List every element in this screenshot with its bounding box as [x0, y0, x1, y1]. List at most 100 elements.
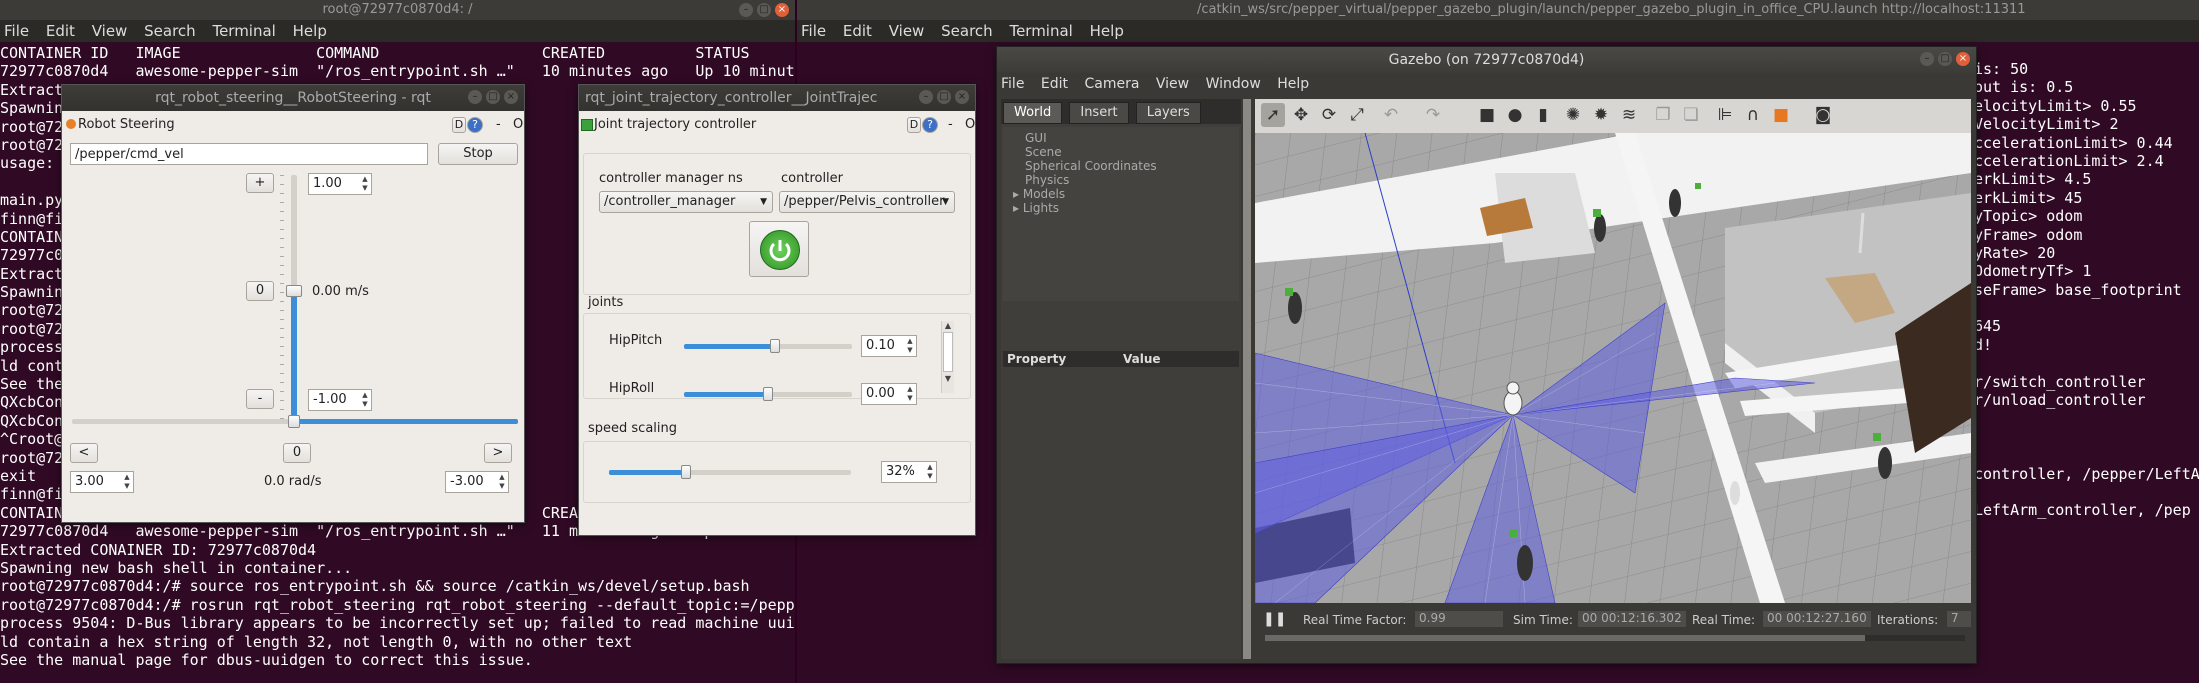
menu-file[interactable]: File: [801, 22, 826, 40]
dock-close-button[interactable]: O: [965, 117, 975, 132]
tab-world[interactable]: World: [1003, 102, 1063, 124]
menu-terminal[interactable]: Terminal: [212, 22, 275, 40]
scrollbar-thumb[interactable]: [943, 332, 953, 372]
minimize-button[interactable]: –: [468, 90, 482, 104]
tree-item-models[interactable]: Models: [1023, 187, 1065, 201]
align-icon[interactable]: ⊫: [1713, 103, 1737, 127]
box-shape-icon[interactable]: ■: [1475, 103, 1499, 127]
minimize-button[interactable]: –: [739, 3, 753, 17]
min-linear-spinbox[interactable]: -1.00 ▲ ▼: [308, 389, 372, 411]
zero-linear-button[interactable]: 0: [246, 281, 274, 301]
point-light-icon[interactable]: ✺: [1561, 103, 1585, 127]
close-button[interactable]: ×: [775, 3, 789, 17]
joint-slider-handle[interactable]: [769, 339, 780, 353]
copy-icon[interactable]: ❐: [1651, 103, 1675, 127]
maximize-button[interactable]: □: [937, 90, 951, 104]
menu-search[interactable]: Search: [144, 22, 196, 40]
tab-insert[interactable]: Insert: [1069, 102, 1129, 124]
minimize-button[interactable]: –: [1920, 52, 1934, 66]
help-icon[interactable]: ?: [922, 117, 938, 133]
scale-mode-icon[interactable]: ⤢: [1345, 103, 1369, 127]
stop-button[interactable]: Stop: [438, 143, 518, 165]
tab-layers[interactable]: Layers: [1135, 102, 1201, 124]
menu-view[interactable]: View: [889, 22, 925, 40]
spin-arrows-icon[interactable]: ▲ ▼: [905, 385, 915, 403]
spin-arrows-icon[interactable]: ▲ ▼: [122, 473, 132, 491]
min-linear-button[interactable]: -: [246, 389, 274, 409]
tree-item-physics[interactable]: Physics: [1003, 173, 1239, 187]
menu-file[interactable]: File: [1001, 76, 1024, 92]
horizontal-scrollbar[interactable]: [1265, 635, 1965, 641]
controller-manager-select[interactable]: /controller_manager ▼: [599, 191, 773, 213]
maximize-button[interactable]: □: [757, 3, 771, 17]
joint-trajectory-window[interactable]: rqt_joint_trajectory_controller__JointTr…: [578, 84, 976, 536]
angular-left-button[interactable]: <: [70, 443, 98, 463]
controller-select[interactable]: /pepper/Pelvis_controller ▼: [779, 191, 955, 213]
menu-view[interactable]: View: [92, 22, 128, 40]
select-mode-icon[interactable]: ➚: [1261, 103, 1285, 127]
spin-arrows-icon[interactable]: ▲ ▼: [497, 473, 507, 491]
max-linear-spinbox[interactable]: 1.00 ▲ ▼: [308, 173, 372, 195]
screenshot-icon[interactable]: ◙: [1811, 103, 1835, 127]
spin-arrows-icon[interactable]: ▲ ▼: [360, 391, 370, 409]
rotate-mode-icon[interactable]: ⟳: [1317, 103, 1341, 127]
menu-view[interactable]: View: [1156, 76, 1189, 92]
expand-icon[interactable]: ▸: [1013, 201, 1023, 215]
joint-spinbox[interactable]: 0.10 ▲ ▼: [861, 335, 917, 357]
scrollbar-thumb[interactable]: [1265, 635, 1865, 641]
gazebo-window[interactable]: Gazebo (on 72977c0870d4) – □ × File Edit…: [996, 46, 1977, 664]
snap-icon[interactable]: ∩: [1741, 103, 1765, 127]
joint-spinbox[interactable]: 0.00 ▲ ▼: [861, 383, 917, 405]
expand-icon[interactable]: ▸: [1013, 187, 1023, 201]
tree-item-spherical-coordinates[interactable]: Spherical Coordinates: [1003, 159, 1239, 173]
menu-help[interactable]: Help: [293, 22, 327, 40]
pause-icon[interactable]: ❚❚: [1263, 611, 1286, 631]
close-button[interactable]: ×: [504, 90, 518, 104]
menu-window[interactable]: Window: [1206, 76, 1261, 92]
menu-edit[interactable]: Edit: [1041, 76, 1068, 92]
tree-item-scene[interactable]: Scene: [1003, 145, 1239, 159]
angular-right-button[interactable]: >: [484, 443, 512, 463]
dock-d-button[interactable]: D: [452, 117, 466, 133]
change-view-icon[interactable]: ■: [1769, 103, 1793, 127]
maximize-button[interactable]: □: [1938, 52, 1952, 66]
max-angular-spinbox[interactable]: 3.00 ▲ ▼: [70, 471, 134, 493]
menu-search[interactable]: Search: [941, 22, 993, 40]
scroll-down-icon[interactable]: ▼: [942, 374, 954, 383]
close-button[interactable]: ×: [1956, 52, 1970, 66]
max-linear-button[interactable]: +: [246, 173, 274, 193]
undo-icon[interactable]: ↶: [1379, 103, 1403, 127]
speed-spinbox[interactable]: 32% ▲ ▼: [881, 461, 937, 483]
panel-splitter[interactable]: [1243, 99, 1251, 659]
speed-slider-handle[interactable]: [681, 465, 692, 479]
dock-minus-button[interactable]: -: [496, 117, 501, 132]
redo-icon[interactable]: ↷: [1421, 103, 1445, 127]
menu-help[interactable]: Help: [1090, 22, 1124, 40]
menu-file[interactable]: File: [4, 22, 29, 40]
menu-edit[interactable]: Edit: [46, 22, 75, 40]
help-icon[interactable]: ?: [467, 117, 483, 133]
spin-arrows-icon[interactable]: ▲ ▼: [925, 463, 935, 481]
spin-arrows-icon[interactable]: ▲ ▼: [905, 337, 915, 355]
zero-angular-button[interactable]: 0: [283, 443, 311, 463]
maximize-button[interactable]: □: [486, 90, 500, 104]
dock-close-button[interactable]: O: [513, 117, 523, 132]
min-angular-spinbox[interactable]: -3.00 ▲ ▼: [445, 471, 509, 493]
menu-terminal[interactable]: Terminal: [1009, 22, 1072, 40]
sphere-shape-icon[interactable]: ●: [1503, 103, 1527, 127]
tree-item-lights[interactable]: Lights: [1023, 201, 1059, 215]
dock-d-button[interactable]: D: [907, 117, 921, 133]
menu-camera[interactable]: Camera: [1084, 76, 1139, 92]
linear-slider-handle[interactable]: [286, 285, 302, 297]
spin-arrows-icon[interactable]: ▲ ▼: [360, 175, 370, 193]
enable-controller-button[interactable]: [749, 221, 809, 277]
dock-minus-button[interactable]: -: [948, 117, 953, 132]
menu-help[interactable]: Help: [1277, 76, 1309, 92]
tree-item-gui[interactable]: GUI: [1003, 131, 1239, 145]
angular-slider-handle[interactable]: [288, 415, 300, 428]
joint-slider-handle[interactable]: [763, 387, 773, 401]
joints-scrollbar[interactable]: ▲ ▼: [941, 321, 954, 393]
close-button[interactable]: ×: [955, 90, 969, 104]
cylinder-shape-icon[interactable]: ▮: [1531, 103, 1555, 127]
topic-input[interactable]: [70, 143, 428, 165]
